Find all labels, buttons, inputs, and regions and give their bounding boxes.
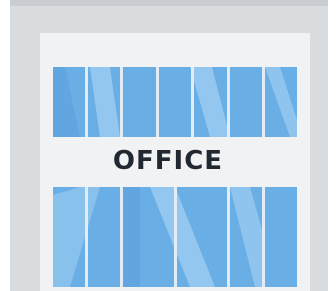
lower-window-band bbox=[53, 187, 297, 287]
roof-edge bbox=[10, 0, 328, 6]
upper-window-band bbox=[53, 67, 297, 137]
building-sign: OFFICE bbox=[112, 146, 224, 176]
